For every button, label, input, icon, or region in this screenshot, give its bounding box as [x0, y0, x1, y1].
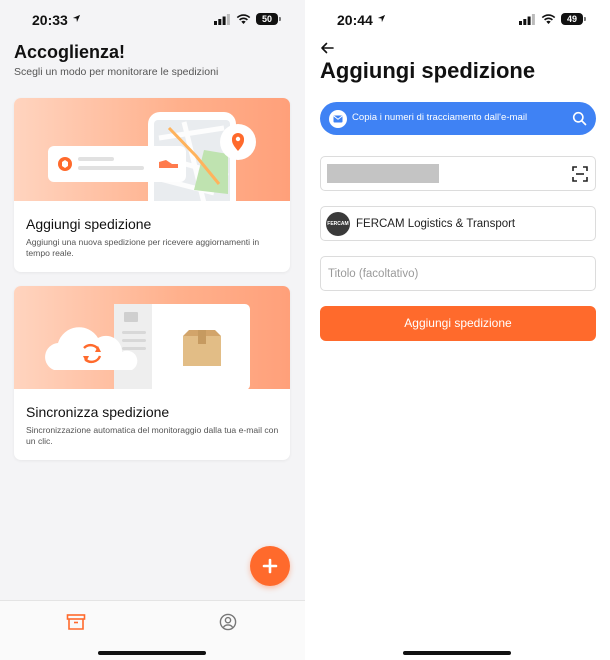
- signal-icon: [214, 14, 230, 25]
- sync-shipment-illustration: [14, 286, 290, 390]
- title-field[interactable]: [320, 256, 596, 291]
- package-tab-icon[interactable]: [66, 613, 86, 631]
- sync-shipment-title: Sincronizza spedizione: [26, 404, 170, 420]
- page-subtitle: Scegli un modo per monitorare le spedizi…: [14, 66, 219, 78]
- status-time: 20:33: [32, 12, 68, 28]
- home-indicator: [98, 651, 206, 655]
- copy-from-email-button[interactable]: Copia i numeri di tracciamento dall'e-ma…: [320, 102, 596, 135]
- add-shipment-screen: 20:44 49 Aggiungi spedizione Copia i num…: [305, 0, 610, 660]
- page-title: Accoglienza!: [14, 42, 126, 62]
- add-fab-button[interactable]: [250, 546, 290, 586]
- search-icon: [572, 111, 587, 126]
- signal-icon: [519, 14, 535, 25]
- carrier-name: FERCAM Logistics & Transport: [356, 218, 516, 230]
- profile-icon[interactable]: [219, 613, 237, 631]
- battery-icon: 49: [561, 13, 586, 25]
- wifi-icon: [541, 14, 556, 24]
- status-bar: 20:44 49: [305, 0, 610, 40]
- plus-icon: [262, 558, 278, 574]
- location-arrow-icon: [377, 14, 386, 23]
- add-shipment-button[interactable]: Aggiungi spedizione: [320, 306, 596, 341]
- sync-shipment-description: Sincronizzazione automatica del monitora…: [26, 425, 279, 446]
- location-arrow-icon: [72, 14, 81, 23]
- add-shipment-description: Aggiungi una nuova spedizione per riceve…: [26, 237, 260, 258]
- scan-icon[interactable]: [571, 165, 589, 183]
- sync-shipment-card[interactable]: Sincronizza spedizione Sincronizzazione …: [14, 286, 290, 460]
- battery-icon: 50: [256, 13, 281, 25]
- carrier-logo: FERCAM: [326, 212, 350, 236]
- mail-icon: [329, 110, 347, 128]
- wifi-icon: [236, 14, 251, 24]
- carrier-select[interactable]: FERCAM FERCAM Logistics & Transport: [320, 206, 596, 241]
- home-indicator: [403, 651, 511, 655]
- tracking-number-redacted: [327, 164, 439, 183]
- tracking-number-field[interactable]: [320, 156, 596, 191]
- add-shipment-card[interactable]: Aggiungi spedizione Aggiungi una nuova s…: [14, 98, 290, 272]
- title-input[interactable]: [321, 257, 595, 290]
- add-shipment-title: Aggiungi spedizione: [26, 216, 152, 232]
- status-bar: 20:33 50: [0, 0, 305, 40]
- page-title: Aggiungi spedizione: [320, 58, 536, 83]
- copy-from-email-label: Copia i numeri di tracciamento dall'e-ma…: [352, 112, 528, 123]
- add-shipment-illustration: [14, 98, 290, 212]
- back-arrow-icon[interactable]: [319, 40, 335, 56]
- status-time: 20:44: [337, 12, 373, 28]
- welcome-screen: 20:33 50 Accoglienza! Scegli un modo per…: [0, 0, 305, 660]
- box-icon: [183, 330, 221, 366]
- pin-icon: [220, 124, 256, 160]
